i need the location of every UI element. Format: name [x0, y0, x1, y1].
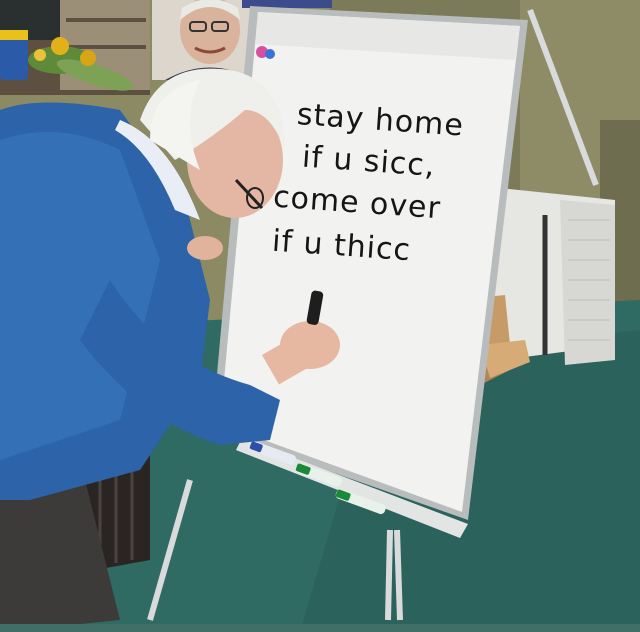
photo-scene: stay home if u sicc, come over if u thic…: [0, 0, 640, 632]
bottom-edge: [0, 624, 640, 632]
photo-background: [0, 0, 640, 632]
